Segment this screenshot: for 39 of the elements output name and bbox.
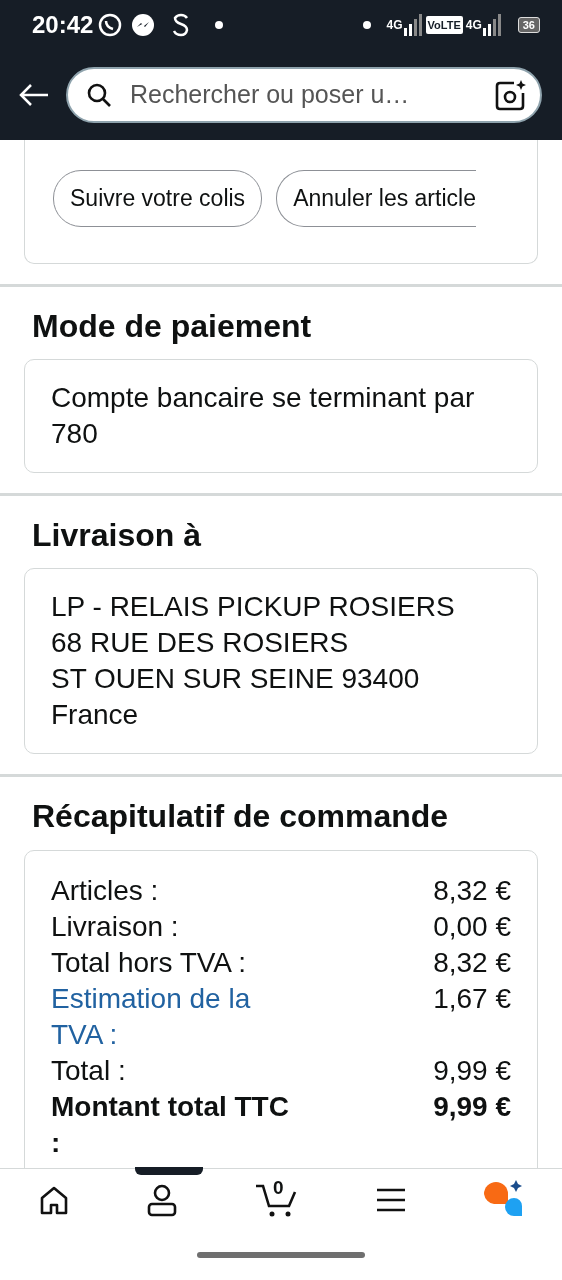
address-line: LP - RELAIS PICKUP ROSIERS (51, 590, 456, 625)
section-title: Récapitulatif de commande (32, 797, 450, 836)
search-icon (86, 82, 112, 108)
summary-label: Articles : (51, 873, 159, 908)
action-button[interactable]: Annuler les article (276, 170, 476, 227)
dot-icon (362, 21, 371, 29)
address-line: 68 RUE DES ROSIERS (51, 626, 350, 661)
signal-icon (402, 14, 423, 36)
summary-label: Total hors TVA : (51, 945, 247, 980)
dot-icon (215, 21, 224, 29)
summary-label: Livraison : (51, 909, 179, 944)
section-title: Mode de paiement (32, 306, 313, 345)
payment-method: Compte bancaire se terminant par 780 (51, 380, 476, 451)
summary-value: 8,32 € (433, 873, 511, 908)
summary-label: Montant total TTC : (51, 1089, 290, 1160)
summary-value: 8,32 € (433, 945, 511, 980)
summary-label: Total : (51, 1053, 126, 1088)
battery-level: 36 (517, 17, 540, 33)
messenger-icon (131, 13, 156, 37)
address-line: France (51, 698, 140, 733)
signal-icon (481, 14, 502, 36)
network-label: 4G (386, 17, 403, 34)
search-bar[interactable]: Rechercher ou poser u… (66, 67, 542, 123)
tab-handle (135, 1167, 203, 1175)
chat-icon (97, 12, 124, 38)
tax-link[interactable]: Estimation de la TVA : (51, 980, 296, 1053)
summary-value: 0,00 € (433, 909, 511, 944)
network-label: 4G (465, 17, 482, 34)
summary-value: 9,99 € (433, 1089, 511, 1124)
back-arrow-icon[interactable] (18, 83, 50, 107)
summary-value: 9,99 € (433, 1053, 511, 1088)
menu-icon[interactable] (374, 1186, 407, 1213)
clock: 20:42 (32, 10, 94, 40)
summary-value: 1,67 € (433, 981, 511, 1016)
camera-icon[interactable] (494, 79, 526, 111)
section-title: Livraison à (32, 515, 202, 555)
volte-badge: VoLTE (425, 15, 463, 35)
address-line: ST OUEN SUR SEINE 93400 (51, 662, 421, 697)
action-button[interactable]: Suivre votre colis (53, 170, 263, 227)
